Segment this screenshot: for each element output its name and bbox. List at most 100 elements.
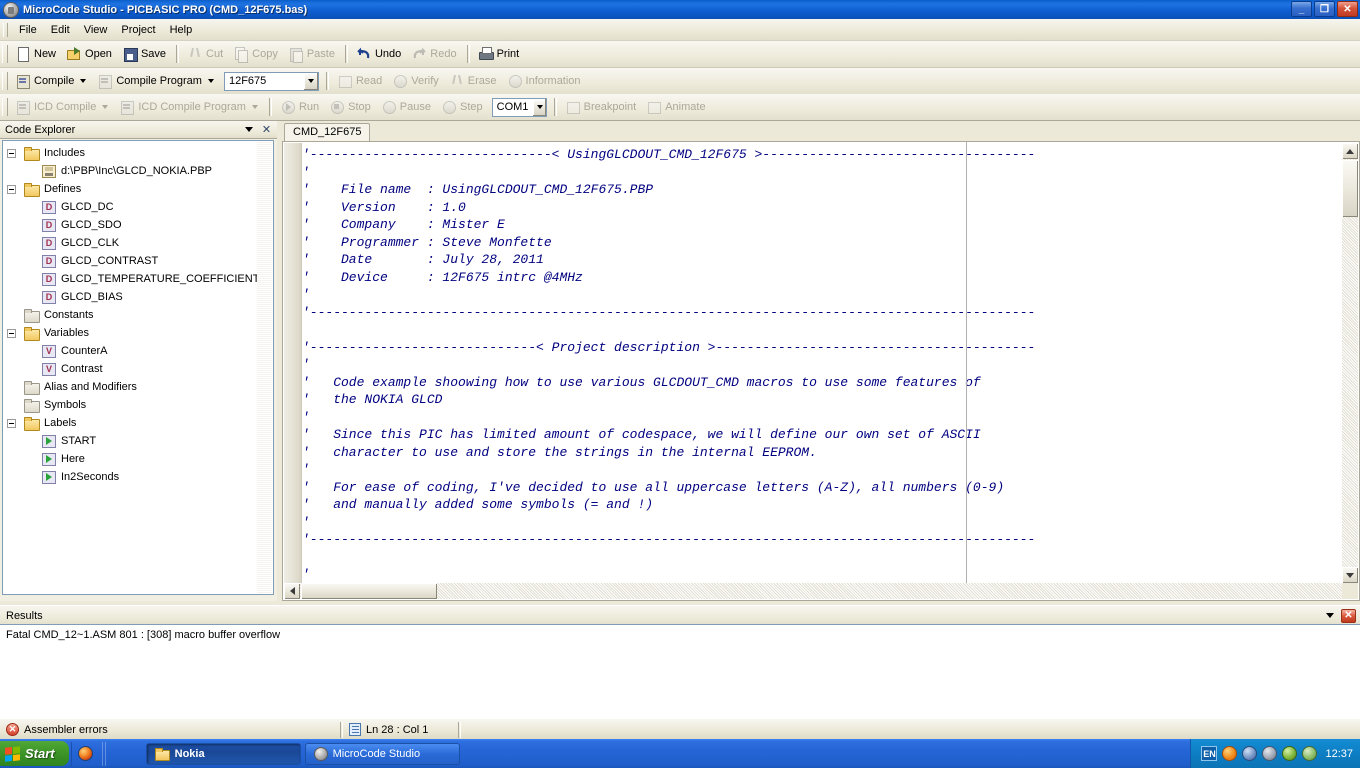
folder-icon <box>24 147 40 160</box>
port-combo-dropdown-button[interactable] <box>532 99 545 116</box>
tree-item[interactable]: DGLCD_DC <box>3 198 273 216</box>
menu-item-edit[interactable]: Edit <box>44 22 77 38</box>
tree-item[interactable]: DGLCD_BIAS <box>3 288 273 306</box>
tree-item[interactable]: Here <box>3 450 273 468</box>
tree-item-label: START <box>61 435 96 447</box>
chevron-down-icon[interactable] <box>1326 613 1334 618</box>
editor-code-text[interactable]: '-------------------------------< UsingG… <box>302 142 1342 583</box>
tree-item[interactable]: START <box>3 432 273 450</box>
new-button[interactable]: New <box>11 44 62 64</box>
compile-button[interactable]: Compile <box>11 71 93 91</box>
menu-item-view[interactable]: View <box>77 22 115 38</box>
taskbar-button-nokia[interactable]: Nokia <box>146 743 301 765</box>
include-file-icon <box>42 165 56 178</box>
close-icon[interactable]: ✕ <box>260 123 273 136</box>
close-icon[interactable]: ✕ <box>1341 609 1356 623</box>
save-button[interactable]: Save <box>118 44 172 64</box>
tree-item[interactable]: In2Seconds <box>3 468 273 486</box>
clock[interactable]: 12:37 <box>1325 748 1353 760</box>
print-button[interactable]: Print <box>474 44 526 64</box>
port-combo[interactable]: COM1 <box>492 98 547 117</box>
tree-item[interactable]: VCounterA <box>3 342 273 360</box>
tray-icon-1[interactable] <box>1222 746 1237 761</box>
close-button[interactable]: ✕ <box>1337 1 1358 17</box>
collapse-icon[interactable] <box>7 149 16 158</box>
code-line: ' <box>302 164 1342 182</box>
system-tray: EN 12:37 <box>1190 739 1360 768</box>
compile-program-button[interactable]: Compile Program <box>93 71 221 91</box>
tree-item[interactable]: DGLCD_CONTRAST <box>3 252 273 270</box>
start-button[interactable]: Start <box>0 741 69 766</box>
undo-button[interactable]: Undo <box>352 44 407 64</box>
toolbar-grip[interactable] <box>2 98 8 116</box>
tree-connector <box>7 306 24 324</box>
tree-item[interactable]: DGLCD_TEMPERATURE_COEFFICIENT <box>3 270 273 288</box>
tree-item[interactable]: VContrast <box>3 360 273 378</box>
tree-item-label: In2Seconds <box>61 471 119 483</box>
editor-gutter[interactable] <box>284 143 302 599</box>
tree-item[interactable]: Constants <box>3 306 273 324</box>
firefox-icon[interactable] <box>78 746 93 761</box>
toolbar-grip[interactable] <box>2 45 8 63</box>
minimize-button[interactable]: _ <box>1291 1 1312 17</box>
tree-item[interactable]: DGLCD_CLK <box>3 234 273 252</box>
code-editor[interactable]: '-------------------------------< UsingG… <box>282 141 1360 601</box>
tab-cmd-12f675[interactable]: CMD_12F675 <box>284 123 370 141</box>
device-combo-dropdown-button[interactable] <box>303 73 318 90</box>
taskbar-button-microcode-studio[interactable]: MicroCode Studio <box>305 743 460 765</box>
taskbar-separator <box>102 742 107 766</box>
tree-item[interactable]: Defines <box>3 180 273 198</box>
explorer-scrollbar[interactable] <box>257 142 272 593</box>
animate-label: Animate <box>665 101 705 113</box>
scroll-up-button[interactable] <box>1342 143 1358 159</box>
vertical-scroll-thumb[interactable] <box>1342 160 1358 217</box>
collapse-icon[interactable] <box>7 419 16 428</box>
tree-connector <box>25 198 42 216</box>
menu-item-project[interactable]: Project <box>114 22 162 38</box>
tree-item[interactable]: DGLCD_SDO <box>3 216 273 234</box>
open-button[interactable]: Open <box>62 44 118 64</box>
tree-item[interactable]: d:\PBP\Inc\GLCD_NOKIA.PBP <box>3 162 273 180</box>
results-output[interactable]: Fatal CMD_12~1.ASM 801 : [308] macro buf… <box>0 624 1360 718</box>
toolbar-grip[interactable] <box>2 72 8 90</box>
tray-icon-5[interactable] <box>1302 746 1317 761</box>
right-margin-line <box>966 142 967 583</box>
collapse-icon[interactable] <box>7 329 16 338</box>
editor-code-area[interactable]: '-------------------------------< UsingG… <box>302 142 1342 583</box>
tree-connector <box>25 216 42 234</box>
tray-icon-3[interactable] <box>1262 746 1277 761</box>
status-position: Ln 28 : Col 1 <box>343 721 458 738</box>
status-errors[interactable]: ✕ Assembler errors <box>0 721 340 738</box>
scroll-down-button[interactable] <box>1342 567 1358 583</box>
tree-item-label: GLCD_TEMPERATURE_COEFFICIENT <box>61 273 259 285</box>
code-line <box>302 321 1342 339</box>
tray-icon-2[interactable] <box>1242 746 1257 761</box>
chevron-down-icon[interactable] <box>245 127 253 132</box>
code-explorer-tree[interactable]: Includesd:\PBP\Inc\GLCD_NOKIA.PBPDefines… <box>2 140 274 595</box>
horizontal-scroll-thumb[interactable] <box>301 583 437 599</box>
open-button-label: Open <box>85 48 112 60</box>
device-combo[interactable]: 12F675 <box>224 72 319 91</box>
error-icon: ✕ <box>6 723 19 736</box>
tray-icon-4[interactable] <box>1282 746 1297 761</box>
tree-item[interactable]: Alias and Modifiers <box>3 378 273 396</box>
menu-item-help[interactable]: Help <box>163 22 200 38</box>
tree-item[interactable]: Labels <box>3 414 273 432</box>
scroll-left-button[interactable] <box>284 583 300 599</box>
title-bar: MicroCode Studio - PICBASIC PRO (CMD_12F… <box>0 0 1360 19</box>
tree-item[interactable]: Includes <box>3 144 273 162</box>
chevron-down-icon[interactable] <box>208 79 214 83</box>
maximize-restore-button[interactable]: ❐ <box>1314 1 1335 17</box>
editor-vertical-scrollbar[interactable] <box>1342 143 1358 583</box>
menu-item-file[interactable]: File <box>12 22 44 38</box>
chevron-down-icon[interactable] <box>80 79 86 83</box>
language-indicator[interactable]: EN <box>1201 746 1217 761</box>
tree-item[interactable]: Symbols <box>3 396 273 414</box>
tree-connector <box>25 288 42 306</box>
folder-icon <box>24 327 40 340</box>
tree-item[interactable]: Variables <box>3 324 273 342</box>
collapse-icon[interactable] <box>7 185 16 194</box>
verify-icon <box>392 73 408 89</box>
editor-horizontal-scrollbar[interactable] <box>284 583 1342 599</box>
menu-grip[interactable] <box>3 23 8 37</box>
